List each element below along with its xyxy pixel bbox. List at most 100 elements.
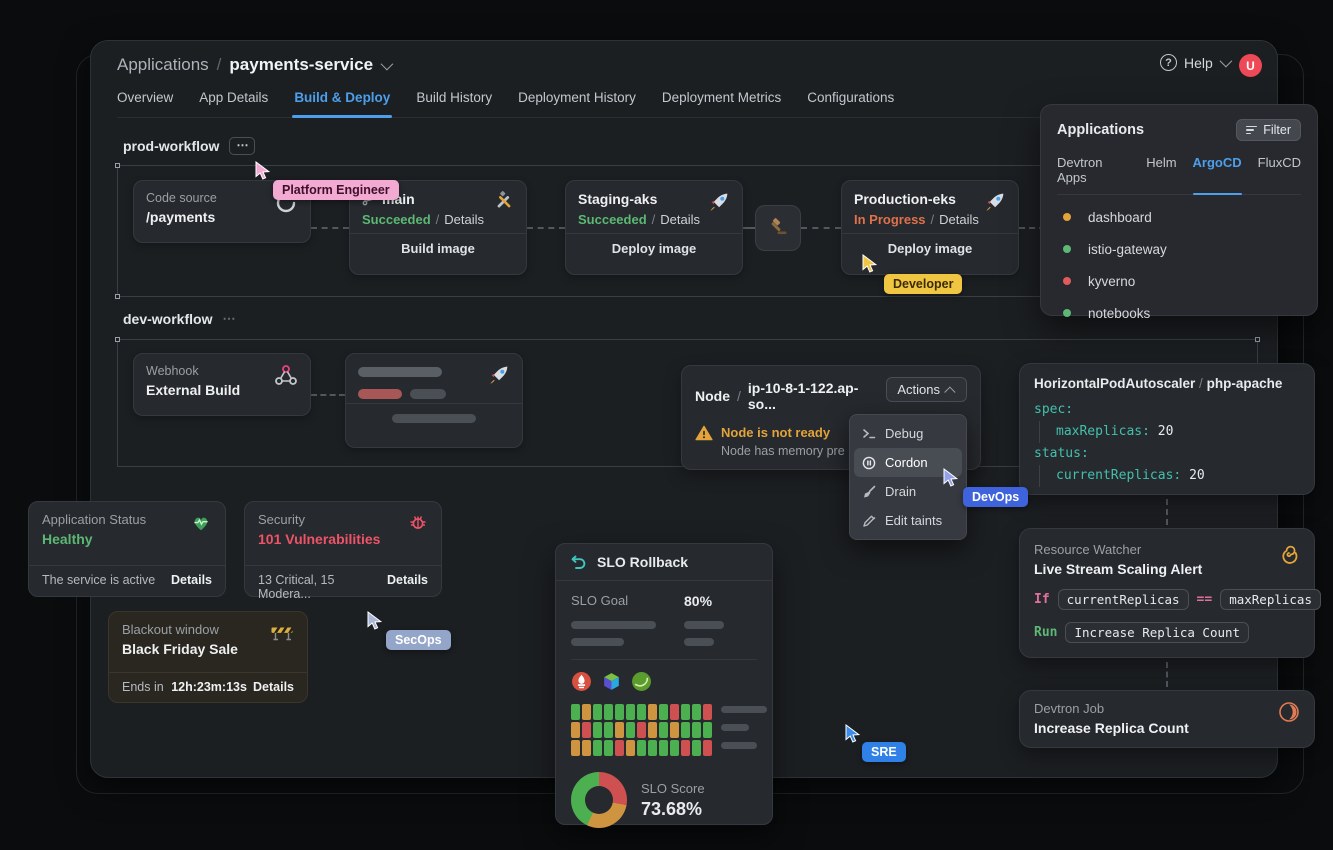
selection-handle[interactable] — [115, 294, 120, 299]
app-list-item[interactable]: kyverno — [1057, 265, 1301, 297]
developer-cursor — [860, 254, 880, 274]
slo-panel-title: SLO Rollback — [597, 554, 688, 570]
devops-cursor — [941, 468, 961, 488]
tab-build-deploy[interactable]: Build & Deploy — [294, 90, 390, 105]
approval-node[interactable] — [755, 205, 801, 251]
apps-tab-helm[interactable]: Helm — [1146, 155, 1176, 185]
connector — [743, 227, 755, 229]
apps-tab-devtron[interactable]: Devtron Apps — [1057, 155, 1130, 185]
app-list-item[interactable]: dashboard — [1057, 201, 1301, 233]
rocket-icon — [488, 364, 510, 386]
menu-item-edit-taints[interactable]: Edit taints — [854, 506, 962, 535]
dev-workflow-label: dev-workflow — [123, 311, 212, 327]
breadcrumb: Applications / payments-service — [117, 55, 390, 75]
crescent-icon — [1278, 701, 1300, 723]
actions-button[interactable]: Actions — [886, 377, 967, 402]
skeleton-bar — [684, 638, 714, 646]
webhook-card[interactable]: Webhook External Build — [133, 353, 311, 416]
help-menu[interactable]: ? Help — [1160, 54, 1229, 71]
hpa-name: php-apache — [1207, 376, 1283, 391]
staging-status: Succeeded — [578, 212, 647, 227]
tab-deployment-history[interactable]: Deployment History — [518, 90, 636, 105]
build-details-link[interactable]: Details — [444, 212, 484, 227]
breadcrumb-root[interactable]: Applications — [117, 55, 209, 75]
pause-circle-icon — [862, 456, 876, 470]
applications-panel: Applications Filter Devtron Apps Helm Ar… — [1040, 104, 1318, 316]
dev-workflow-more-button[interactable]: ⋯ — [222, 311, 236, 327]
production-status: In Progress — [854, 212, 926, 227]
status-dot — [1063, 213, 1071, 221]
blackout-details-link[interactable]: Details — [253, 680, 294, 694]
menu-item-debug[interactable]: Debug — [854, 419, 962, 448]
build-image-button[interactable]: Build image — [350, 233, 526, 264]
skeleton-bar — [721, 724, 749, 731]
brush-icon — [862, 485, 876, 499]
connector — [311, 227, 349, 229]
skeleton-footer — [346, 403, 522, 434]
run-action-chip: Increase Replica Count — [1065, 622, 1249, 643]
selection-handle[interactable] — [115, 337, 120, 342]
tab-configurations[interactable]: Configurations — [807, 90, 894, 105]
app-list-item[interactable]: istio-gateway — [1057, 233, 1301, 265]
slo-score-value: 73.68% — [641, 799, 705, 820]
prod-workflow-label: prod-workflow — [123, 138, 219, 154]
skeleton-bar — [358, 389, 402, 399]
app-status-details-link[interactable]: Details — [171, 573, 212, 587]
webhook-icon — [274, 364, 298, 386]
max-replicas-value: 20 — [1158, 424, 1174, 439]
status-dot — [1063, 277, 1071, 285]
secops-cursor — [365, 611, 385, 631]
skeleton-bar — [358, 367, 442, 377]
node-warning-desc: Node has memory pre — [721, 444, 845, 458]
countdown-value: 12h:23m:13s — [171, 680, 247, 694]
terminal-icon — [862, 427, 876, 440]
breadcrumb-separator: / — [217, 55, 222, 75]
skeleton-bar — [571, 638, 624, 646]
tab-build-history[interactable]: Build History — [416, 90, 492, 105]
production-env-name: Production-eks — [854, 191, 956, 207]
app-health-value: Healthy — [42, 531, 146, 547]
platform-engineer-cursor — [253, 161, 273, 181]
tab-app-details[interactable]: App Details — [199, 90, 268, 105]
connector — [527, 227, 565, 229]
apps-tab-fluxcd[interactable]: FluxCD — [1258, 155, 1301, 185]
tab-deployment-metrics[interactable]: Deployment Metrics — [662, 90, 781, 105]
platform-engineer-tag: Platform Engineer — [273, 180, 399, 200]
avatar[interactable]: U — [1239, 54, 1262, 77]
code-source-label: Code source — [146, 191, 217, 205]
tools-icon — [494, 191, 514, 211]
skeleton-bar — [721, 742, 757, 749]
skeleton-bar — [684, 621, 724, 629]
staging-details-link[interactable]: Details — [660, 212, 700, 227]
tab-overview[interactable]: Overview — [117, 90, 173, 105]
staging-env-name: Staging-aks — [578, 191, 657, 207]
pencil-icon — [862, 514, 876, 528]
blackout-value: Black Friday Sale — [122, 641, 238, 657]
filter-button[interactable]: Filter — [1236, 119, 1301, 141]
rocket-icon — [708, 191, 730, 213]
page-title[interactable]: payments-service — [229, 55, 373, 75]
chevron-up-icon — [944, 386, 955, 397]
slo-heatmap — [571, 704, 712, 758]
app-status-footer: The service is active — [42, 573, 155, 587]
sre-tag: SRE — [862, 742, 906, 762]
prod-workflow-more-button[interactable]: ⋯ — [229, 137, 255, 155]
skeleton-pipeline-card — [345, 353, 523, 448]
vulnerabilities-value: 101 Vulnerabilities — [258, 531, 380, 547]
barrier-icon — [270, 622, 294, 642]
security-footer: 13 Critical, 15 Modera... — [258, 573, 387, 601]
cube-icon — [601, 671, 622, 692]
help-label: Help — [1184, 55, 1213, 71]
connector — [801, 227, 841, 229]
staging-deploy-card[interactable]: Staging-aks Succeeded / Details Deploy i… — [565, 180, 743, 275]
dev-workflow-header: dev-workflow ⋯ — [123, 311, 236, 327]
app-list-item[interactable]: notebooks — [1057, 297, 1301, 329]
staging-deploy-button[interactable]: Deploy image — [566, 233, 742, 264]
apps-tab-argocd[interactable]: ArgoCD — [1193, 155, 1242, 185]
selection-handle[interactable] — [1255, 337, 1260, 342]
slo-score-label: SLO Score — [641, 781, 705, 796]
security-details-link[interactable]: Details — [387, 573, 428, 601]
selection-handle[interactable] — [115, 163, 120, 168]
code-source-value: /payments — [146, 209, 217, 225]
production-details-link[interactable]: Details — [939, 212, 979, 227]
